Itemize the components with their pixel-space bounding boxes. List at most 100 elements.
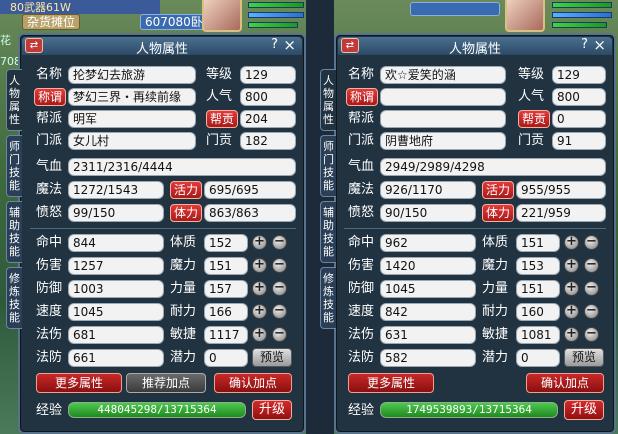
mp-field: 1272/1543 bbox=[68, 181, 164, 199]
speed-label: 速度 bbox=[348, 304, 375, 319]
exp-label: 经验 bbox=[36, 403, 63, 418]
section-divider bbox=[344, 228, 606, 229]
shop-stall-label[interactable]: 杂货摊位 bbox=[22, 14, 81, 30]
titlebar[interactable]: ⇄ 人物属性 ? × bbox=[338, 36, 612, 57]
vitality-button[interactable]: 活力 bbox=[482, 181, 514, 199]
title-field bbox=[380, 88, 506, 106]
close-icon[interactable]: × bbox=[593, 36, 606, 54]
potential-field: 0 bbox=[204, 349, 248, 367]
side-text-1: 花 bbox=[0, 34, 11, 47]
minus-icon[interactable]: − bbox=[272, 258, 287, 273]
stamina-button[interactable]: 体力 bbox=[170, 204, 202, 222]
spell-damage-field: 631 bbox=[380, 326, 476, 344]
plus-icon[interactable]: + bbox=[564, 327, 579, 342]
mp-label: 魔法 bbox=[36, 182, 63, 197]
sect-contribution-label: 门贡 bbox=[206, 133, 233, 148]
minus-icon[interactable]: − bbox=[584, 281, 599, 296]
minus-icon[interactable]: − bbox=[272, 304, 287, 319]
spell-damage-label: 法伤 bbox=[36, 327, 63, 342]
contribution-button[interactable]: 帮贡 bbox=[206, 110, 238, 128]
spell-damage-field: 681 bbox=[68, 326, 164, 344]
guild-label: 帮派 bbox=[36, 111, 63, 126]
name-label: 名称 bbox=[36, 67, 63, 82]
plus-icon[interactable]: + bbox=[252, 281, 267, 296]
minus-icon[interactable]: − bbox=[272, 327, 287, 342]
side-tabs: 人物属性 师门技能 辅助技能 修炼技能 bbox=[6, 69, 22, 333]
spell-defense-label: 法防 bbox=[348, 350, 375, 365]
title-button[interactable]: 称谓 bbox=[34, 88, 66, 106]
upgrade-button[interactable]: 升级 bbox=[252, 400, 292, 420]
damage-label: 伤害 bbox=[348, 258, 375, 273]
preview-button[interactable]: 预览 bbox=[252, 348, 292, 367]
hit-label: 命中 bbox=[348, 235, 375, 250]
potential-label: 潜力 bbox=[482, 350, 509, 365]
tab-school-skills[interactable]: 师门技能 bbox=[6, 135, 22, 197]
popularity-field: 800 bbox=[240, 88, 296, 106]
tab-assist-skills[interactable]: 辅助技能 bbox=[6, 201, 22, 263]
plus-icon[interactable]: + bbox=[252, 327, 267, 342]
agility-field: 1081 bbox=[516, 326, 560, 344]
plus-icon[interactable]: + bbox=[564, 235, 579, 250]
strength-label: 力量 bbox=[482, 281, 509, 296]
close-icon[interactable]: × bbox=[283, 36, 296, 54]
damage-label: 伤害 bbox=[36, 258, 63, 273]
constitution-label: 体质 bbox=[482, 235, 509, 250]
tab-cultivation-skills[interactable]: 修炼技能 bbox=[320, 267, 336, 329]
title-field: 梦幻三界・再续前缘 bbox=[68, 88, 196, 106]
damage-field: 1257 bbox=[68, 257, 164, 275]
minus-icon[interactable]: − bbox=[584, 235, 599, 250]
mp-label: 魔法 bbox=[348, 182, 375, 197]
school-field: 阴曹地府 bbox=[380, 132, 506, 150]
plus-icon[interactable]: + bbox=[252, 235, 267, 250]
tab-school-skills[interactable]: 师门技能 bbox=[320, 135, 336, 197]
tab-cultivation-skills[interactable]: 修炼技能 bbox=[6, 267, 22, 329]
name-field: 抡梦幻去旅游 bbox=[68, 66, 196, 84]
recommend-points-button[interactable]: 推荐加点 bbox=[126, 373, 206, 393]
minus-icon[interactable]: − bbox=[584, 304, 599, 319]
tab-attributes[interactable]: 人物属性 bbox=[320, 69, 336, 131]
agility-label: 敏捷 bbox=[170, 327, 197, 342]
upgrade-button[interactable]: 升级 bbox=[564, 400, 604, 420]
vitality-field: 955/955 bbox=[516, 181, 606, 199]
tab-assist-skills[interactable]: 辅助技能 bbox=[320, 201, 336, 263]
defense-label: 防御 bbox=[36, 281, 63, 296]
confirm-points-button[interactable]: 确认加点 bbox=[526, 373, 604, 393]
minus-icon[interactable]: − bbox=[584, 258, 599, 273]
side-tabs: 人物属性 师门技能 辅助技能 修炼技能 bbox=[320, 69, 336, 333]
more-attributes-button[interactable]: 更多属性 bbox=[36, 373, 122, 393]
help-icon[interactable]: ? bbox=[271, 37, 278, 52]
school-label: 门派 bbox=[348, 133, 375, 148]
hp-field: 2949/2989/4298 bbox=[380, 158, 606, 176]
minus-icon[interactable]: − bbox=[272, 281, 287, 296]
contribution-button[interactable]: 帮贡 bbox=[518, 110, 550, 128]
tab-attributes[interactable]: 人物属性 bbox=[6, 69, 22, 131]
title-button[interactable]: 称谓 bbox=[346, 88, 378, 106]
sect-contribution-field: 91 bbox=[552, 132, 606, 150]
stamina-button[interactable]: 体力 bbox=[482, 204, 514, 222]
minus-icon[interactable]: − bbox=[584, 327, 599, 342]
titlebar[interactable]: ⇄ 人物属性 ? × bbox=[22, 36, 302, 57]
speed-field: 1045 bbox=[68, 303, 164, 321]
anger-label: 愤怒 bbox=[36, 205, 63, 220]
plus-icon[interactable]: + bbox=[252, 304, 267, 319]
npc-avatar-left bbox=[202, 0, 242, 32]
level-label: 等级 bbox=[206, 67, 233, 82]
more-attributes-button[interactable]: 更多属性 bbox=[348, 373, 434, 393]
exp-bar: 448045298/13715364 bbox=[68, 402, 246, 418]
level-field: 129 bbox=[552, 66, 606, 84]
vitality-button[interactable]: 活力 bbox=[170, 181, 202, 199]
exp-bar: 1749539893/13715364 bbox=[380, 402, 558, 418]
level-label: 等级 bbox=[518, 67, 545, 82]
preview-button[interactable]: 预览 bbox=[564, 348, 604, 367]
strength-label: 力量 bbox=[170, 281, 197, 296]
endurance-label: 耐力 bbox=[482, 304, 509, 319]
confirm-points-button[interactable]: 确认加点 bbox=[214, 373, 292, 393]
plus-icon[interactable]: + bbox=[564, 304, 579, 319]
endurance-field: 166 bbox=[204, 303, 248, 321]
plus-icon[interactable]: + bbox=[252, 258, 267, 273]
plus-icon[interactable]: + bbox=[564, 258, 579, 273]
help-icon[interactable]: ? bbox=[581, 37, 588, 52]
minus-icon[interactable]: − bbox=[272, 235, 287, 250]
popularity-field: 800 bbox=[552, 88, 606, 106]
plus-icon[interactable]: + bbox=[564, 281, 579, 296]
